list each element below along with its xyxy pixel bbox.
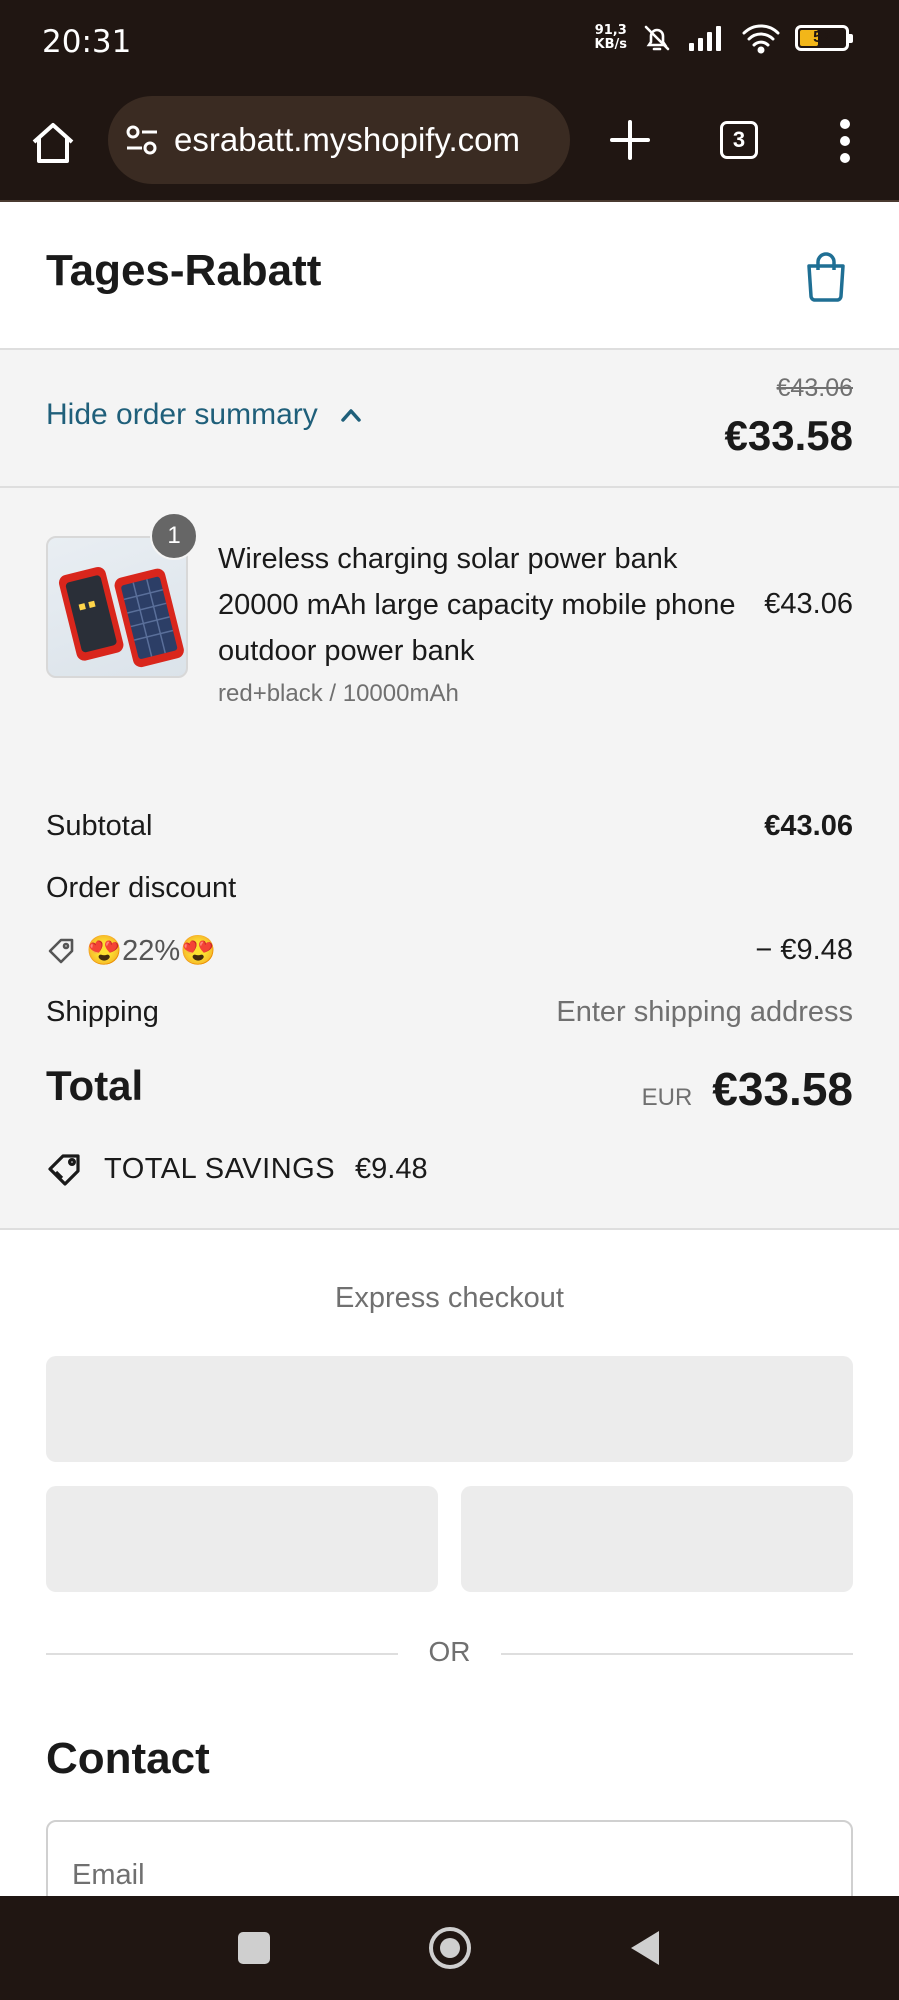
product-price: €43.06 [764, 588, 853, 620]
shipping-row: Shipping Enter shipping address [46, 996, 853, 1029]
discount-value: − €9.48 [755, 934, 853, 966]
url-text[interactable]: esrabatt.myshopify.com [174, 121, 520, 159]
browser-toolbar: esrabatt.myshopify.com 3 [0, 88, 899, 202]
tabs-icon[interactable]: 3 [720, 121, 758, 159]
home-circle-icon[interactable] [428, 1926, 472, 1970]
product-title: Wireless charging solar power bank 20000… [218, 543, 736, 667]
total-label: Total [46, 1062, 144, 1109]
site-settings-icon[interactable] [124, 122, 160, 158]
battery-level: 52 [813, 29, 831, 46]
total-value: €33.58 [712, 1063, 853, 1115]
total-savings-label: TOTAL SAVINGS [104, 1152, 336, 1185]
product-variant: red+black / 10000mAh [218, 680, 459, 707]
shop-header: Tages-Rabatt [0, 202, 899, 350]
recents-icon[interactable] [238, 1932, 270, 1964]
savings-tag-icon [48, 1154, 80, 1186]
or-divider: OR [46, 1634, 853, 1674]
total-savings-value: €9.48 [355, 1152, 428, 1185]
quantity-badge: 1 [150, 512, 198, 560]
total-savings-row: TOTAL SAVINGS €9.48 [46, 1150, 853, 1188]
toggle-label[interactable]: Hide order summary [46, 398, 318, 432]
back-icon[interactable] [628, 1928, 662, 1968]
summary-total: €33.58 [724, 412, 853, 459]
express-pay-button-primary[interactable] [46, 1356, 853, 1462]
net-speed: 91,3 KB/s [595, 24, 627, 52]
or-text: OR [428, 1636, 471, 1667]
address-bar[interactable]: esrabatt.myshopify.com [108, 96, 570, 184]
net-speed-value: 91,3 [594, 23, 627, 38]
express-checkout-title: Express checkout [335, 1282, 564, 1314]
tab-count: 3 [732, 127, 746, 152]
contact-heading: Contact [46, 1734, 210, 1783]
system-nav-bar [0, 1896, 899, 2000]
express-pay-button-tertiary[interactable] [461, 1486, 853, 1592]
total-amount-group: EUR €33.58 [642, 1062, 853, 1116]
shopping-bag-icon[interactable] [804, 250, 848, 302]
wifi-icon [742, 24, 780, 54]
shop-name[interactable]: Tages-Rabatt [46, 246, 321, 296]
order-summary-toggle[interactable]: Hide order summary €43.06 €33.58 [0, 350, 899, 488]
more-vert-icon[interactable] [834, 118, 856, 164]
status-bar: 20:31 91,3 KB/s 52 [0, 0, 899, 88]
mute-bell-icon [644, 25, 670, 51]
shipping-label: Shipping [46, 996, 159, 1028]
subtotal-label: Subtotal [46, 810, 153, 842]
status-time: 20:31 [42, 24, 132, 60]
total-currency: EUR [641, 1084, 693, 1111]
compare-at-total: €43.06 [776, 374, 853, 402]
total-row: Total EUR €33.58 [46, 1062, 853, 1115]
order-discount-row: Order discount [46, 872, 853, 905]
battery-icon: 52 [795, 25, 853, 51]
plus-icon[interactable] [608, 118, 652, 162]
tag-icon [48, 938, 74, 964]
subtotal-row: Subtotal €43.06 [46, 810, 853, 843]
chevron-up-icon [341, 409, 361, 422]
discount-code-row: 😍22%😍 − €9.48 [46, 934, 853, 968]
home-icon[interactable] [28, 118, 78, 168]
net-speed-unit: KB/s [594, 37, 627, 52]
discount-code: 😍22%😍 [86, 935, 217, 967]
express-pay-button-secondary[interactable] [46, 1486, 438, 1592]
signal-icon [689, 26, 721, 51]
hide-order-summary-link[interactable]: Hide order summary [46, 398, 364, 432]
status-icons: 91,3 KB/s 52 [595, 22, 853, 54]
shipping-value: Enter shipping address [556, 996, 853, 1028]
subtotal-value: €43.06 [764, 810, 853, 842]
order-summary: Hide order summary €43.06 €33.58 1 Wirel… [0, 350, 899, 1230]
order-discount-label: Order discount [46, 872, 237, 904]
product-line-item: 1 Wireless charging solar power bank 200… [46, 512, 853, 736]
